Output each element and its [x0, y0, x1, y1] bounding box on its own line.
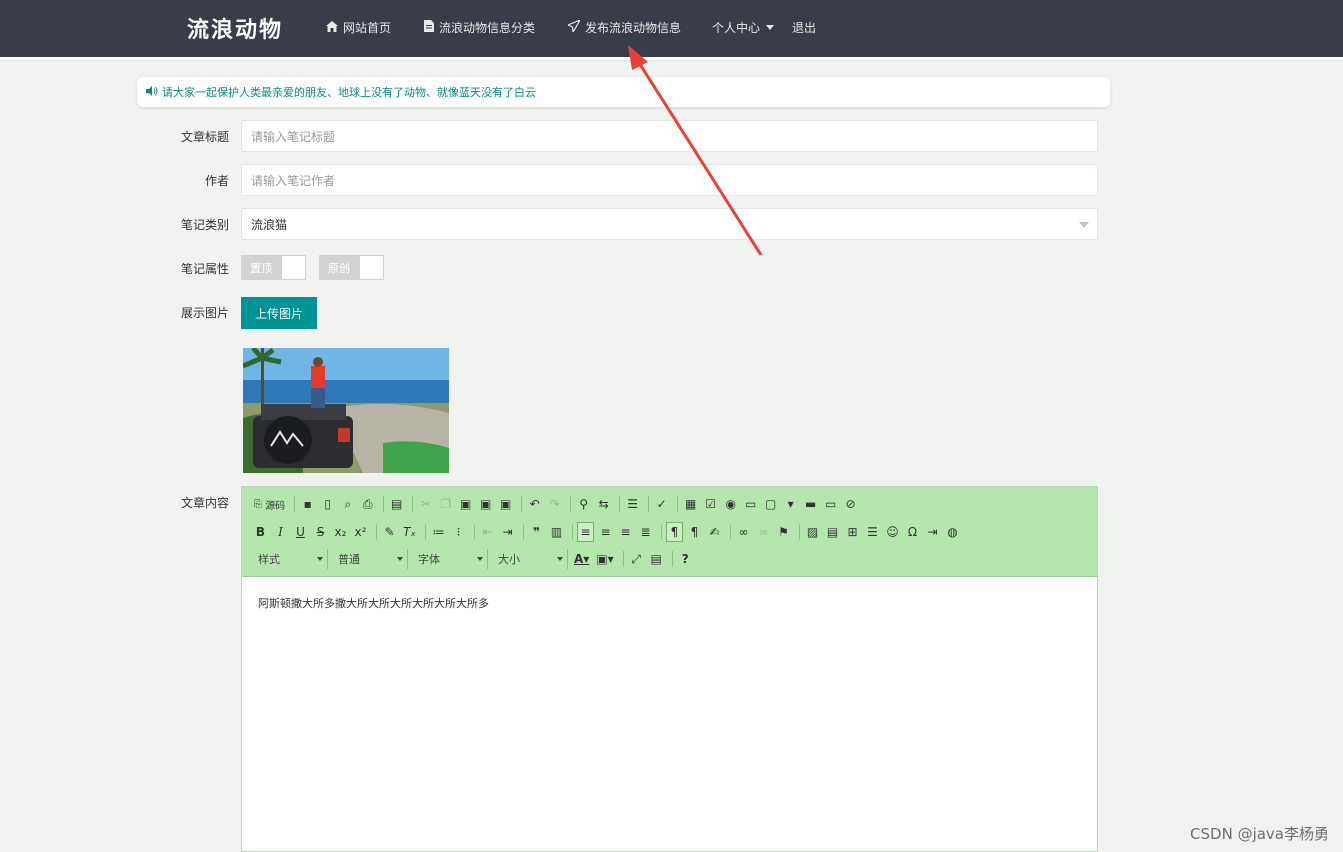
watermark: CSDN @java李杨勇 [1190, 825, 1329, 843]
annotation-arrow-icon [628, 45, 763, 256]
